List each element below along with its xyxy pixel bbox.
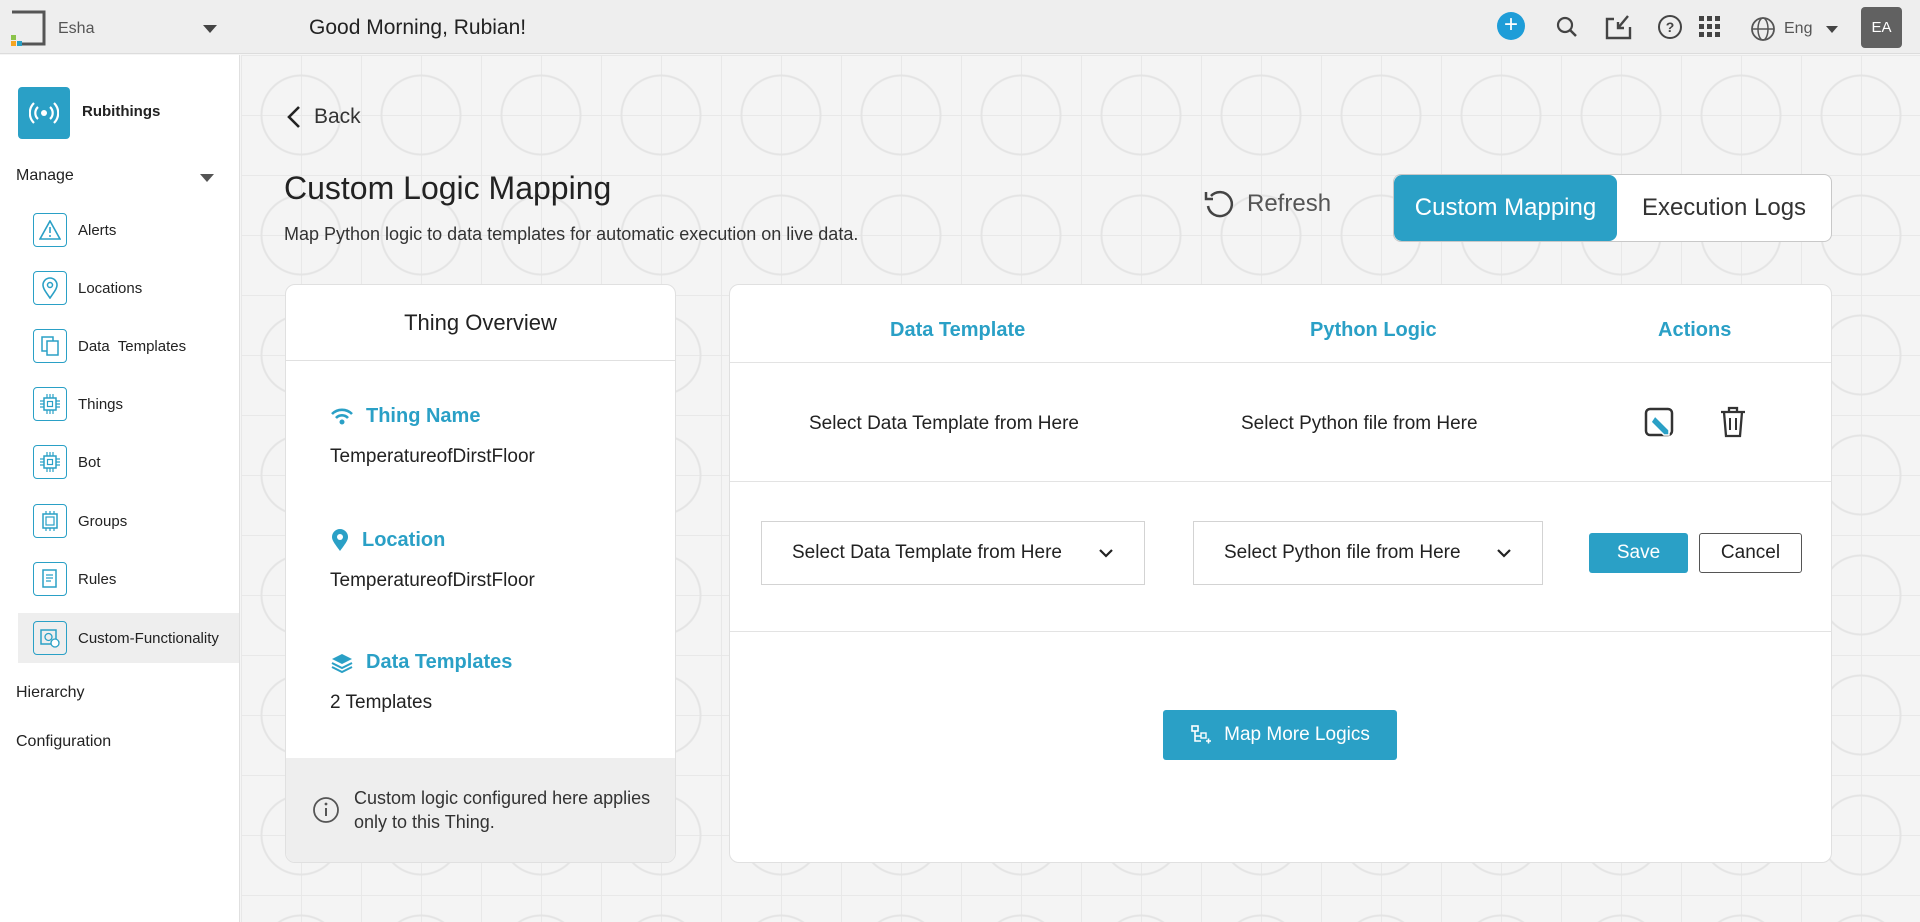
avatar[interactable]: EA (1861, 7, 1902, 48)
sidebar-item-alerts[interactable]: Alerts (18, 205, 239, 255)
sidebar-item-label: Custom-Functionality (78, 629, 219, 647)
greeting-text: Good Morning, Rubian! (309, 16, 527, 39)
column-header-python-logic: Python Logic (1310, 319, 1437, 341)
chevron-down-icon (1826, 25, 1839, 33)
tab-custom-mapping[interactable]: Custom Mapping (1394, 175, 1617, 241)
groups-icon (33, 504, 67, 538)
location-value: TemperatureofDirstFloor (330, 570, 535, 591)
hierarchy-section-label[interactable]: Hierarchy (16, 684, 84, 702)
thing-overview-card: Thing Overview Thing Name TemperatureofD… (285, 284, 676, 863)
manage-section-label[interactable]: Manage (16, 167, 74, 185)
globe-icon (1751, 17, 1775, 41)
wifi-icon (331, 408, 353, 424)
page-title: Custom Logic Mapping (284, 170, 612, 206)
python-file-select[interactable]: Select Python file from Here (1193, 521, 1543, 585)
sidebar: Rubithings Manage Alerts Locations Data … (0, 55, 240, 922)
sidebar-item-things[interactable]: Things (18, 379, 239, 429)
configuration-section-label[interactable]: Configuration (16, 733, 111, 751)
warning-icon (33, 213, 67, 247)
overview-title: Thing Overview (286, 285, 675, 361)
chevron-down-icon (1099, 549, 1113, 558)
chevron-left-icon (287, 106, 300, 128)
sidebar-item-label: Things (78, 395, 124, 413)
row-python-logic: Select Python file from Here (1241, 413, 1478, 434)
chip-icon (33, 445, 67, 479)
sidebar-item-bot[interactable]: Bot (18, 437, 239, 487)
cancel-button[interactable]: Cancel (1699, 533, 1802, 573)
row-data-template: Select Data Template from Here (809, 413, 1079, 434)
sidebar-item-label: Rules (78, 570, 117, 588)
custom-functionality-icon (33, 621, 67, 655)
data-templates-label: Data Templates (366, 651, 513, 673)
templates-icon (33, 329, 67, 363)
divider (730, 362, 1831, 363)
tenant-name[interactable]: Esha (58, 20, 94, 38)
column-header-data-template: Data Template (890, 319, 1026, 341)
data-templates-value: 2 Templates (330, 692, 433, 713)
info-icon (313, 797, 339, 823)
chip-icon (33, 387, 67, 421)
download-box-icon[interactable] (1604, 12, 1634, 42)
divider (730, 481, 1831, 482)
map-more-logics-button[interactable]: Map More Logics (1163, 710, 1397, 760)
chevron-down-icon[interactable] (200, 174, 214, 182)
back-label: Back (314, 105, 361, 128)
thing-name-value: TemperatureofDirstFloor (330, 446, 535, 467)
refresh-label: Refresh (1247, 190, 1332, 217)
mapping-card: Data Template Python Logic Actions Selec… (729, 284, 1832, 863)
data-template-select[interactable]: Select Data Template from Here (761, 521, 1145, 585)
search-icon[interactable] (1552, 12, 1582, 42)
sidebar-item-locations[interactable]: Locations (18, 263, 239, 313)
sidebar-item-data-templates[interactable]: Data Templates (18, 321, 239, 371)
overview-note: Custom logic configured here applies onl… (286, 758, 675, 862)
svg-text:?: ? (1666, 19, 1675, 35)
tab-execution-logs[interactable]: Execution Logs (1617, 175, 1831, 241)
location-pin-icon (33, 271, 67, 305)
sidebar-item-label: Data Templates (78, 337, 187, 355)
sidebar-item-label: Locations (78, 279, 143, 297)
add-icon[interactable]: + (1497, 12, 1525, 40)
sidebar-item-label: Alerts (78, 221, 117, 239)
sidebar-item-label: Bot (78, 453, 101, 471)
view-toggle: Custom Mapping Execution Logs (1393, 174, 1832, 242)
refresh-button[interactable]: Refresh (1203, 188, 1331, 220)
sidebar-item-custom-functionality[interactable]: Custom-Functionality (18, 613, 239, 663)
broadcast-icon[interactable] (18, 87, 70, 139)
apps-grid-icon[interactable] (1695, 12, 1725, 42)
data-template-select-value: Select Data Template from Here (792, 542, 1062, 563)
app-name[interactable]: Rubithings (82, 103, 160, 120)
location-field: Location TemperatureofDirstFloor (330, 528, 535, 592)
app-logo[interactable] (8, 8, 48, 48)
page-subtitle: Map Python logic to data templates for a… (284, 224, 859, 244)
divider (730, 631, 1831, 632)
map-more-logics-label: Map More Logics (1224, 724, 1370, 745)
delete-icon[interactable] (1715, 404, 1751, 440)
location-label: Location (362, 528, 446, 551)
chevron-down-icon[interactable] (203, 25, 217, 33)
rules-icon (33, 562, 67, 596)
column-header-actions: Actions (1658, 319, 1732, 341)
top-bar: Esha Good Morning, Rubian! + ? Eng EA (0, 0, 1920, 54)
back-button[interactable]: Back (286, 104, 361, 130)
location-pin-icon (332, 529, 348, 551)
sidebar-item-label: Groups (78, 512, 128, 530)
thing-name-label: Thing Name (366, 405, 481, 427)
edit-icon[interactable] (1641, 404, 1677, 440)
thing-name-field: Thing Name TemperatureofDirstFloor (330, 405, 535, 468)
hierarchy-add-icon (1191, 725, 1212, 744)
layers-icon (331, 653, 353, 673)
data-templates-field: Data Templates 2 Templates (330, 651, 512, 714)
python-file-select-value: Select Python file from Here (1224, 542, 1461, 563)
help-icon[interactable]: ? (1655, 12, 1685, 42)
language-label: Eng (1784, 20, 1813, 37)
overview-note-text: Custom logic configured here applies onl… (354, 788, 651, 832)
language-selector[interactable]: Eng (1750, 16, 1839, 42)
sidebar-item-rules[interactable]: Rules (18, 554, 239, 604)
sidebar-item-groups[interactable]: Groups (18, 496, 239, 546)
chevron-down-icon (1497, 549, 1511, 558)
save-button[interactable]: Save (1589, 533, 1688, 573)
refresh-icon (1204, 190, 1234, 218)
